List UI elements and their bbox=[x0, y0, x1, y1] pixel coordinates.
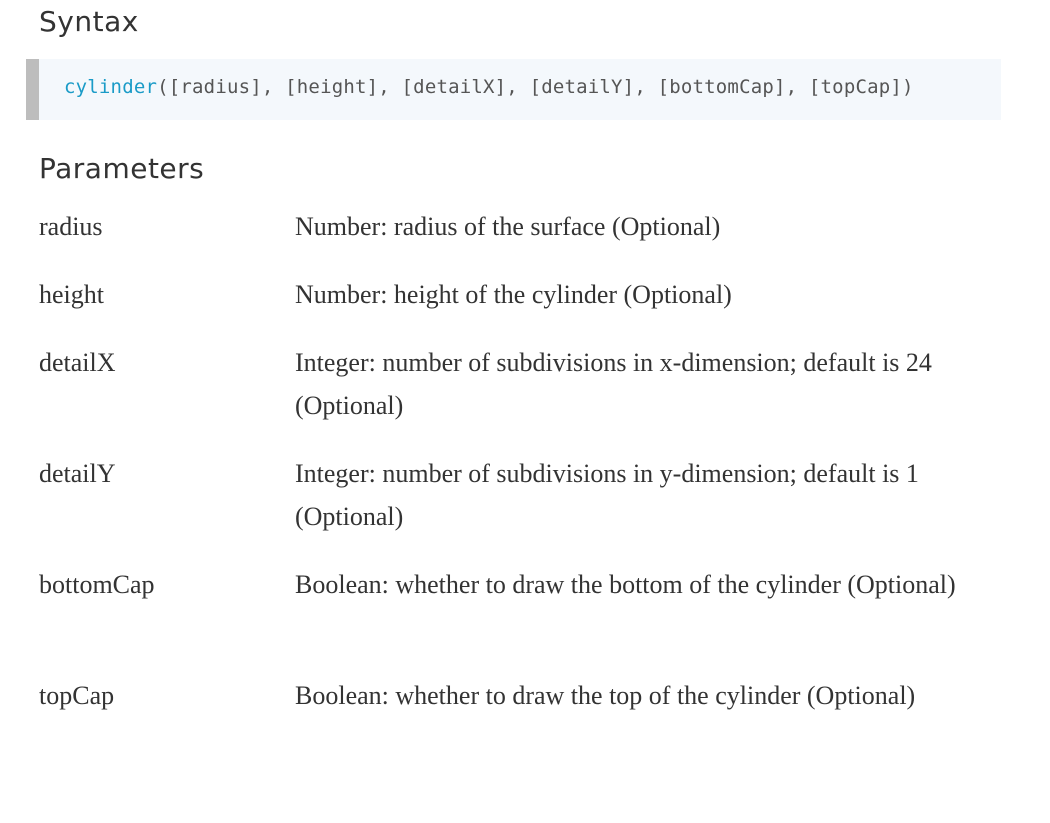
parameter-name: detailY bbox=[39, 459, 116, 488]
function-arguments: ([radius], [height], [detailX], [detailY… bbox=[157, 76, 914, 98]
parameter-description: Number: radius of the surface (Optional) bbox=[295, 212, 721, 241]
syntax-heading: Syntax bbox=[39, 5, 139, 38]
parameter-name: height bbox=[39, 280, 104, 309]
parameter-name: topCap bbox=[39, 681, 115, 710]
syntax-code-block: cylinder([radius], [height], [detailX], … bbox=[26, 59, 1001, 120]
parameter-name: radius bbox=[39, 212, 103, 241]
parameter-description: Boolean: whether to draw the bottom of t… bbox=[295, 570, 956, 599]
reference-page: Syntax cylinder([radius], [height], [det… bbox=[0, 0, 1050, 823]
syntax-signature: cylinder([radius], [height], [detailX], … bbox=[64, 76, 914, 98]
parameter-description: Boolean: whether to draw the top of the … bbox=[295, 681, 916, 710]
parameter-description: Integer: number of subdivisions in y-dim… bbox=[295, 459, 919, 531]
parameter-description: Number: height of the cylinder (Optional… bbox=[295, 280, 732, 309]
parameter-description: Integer: number of subdivisions in x-dim… bbox=[295, 348, 932, 420]
parameter-name: detailX bbox=[39, 348, 116, 377]
parameters-heading: Parameters bbox=[39, 152, 205, 185]
function-name: cylinder bbox=[64, 76, 158, 98]
parameter-name: bottomCap bbox=[39, 570, 155, 599]
